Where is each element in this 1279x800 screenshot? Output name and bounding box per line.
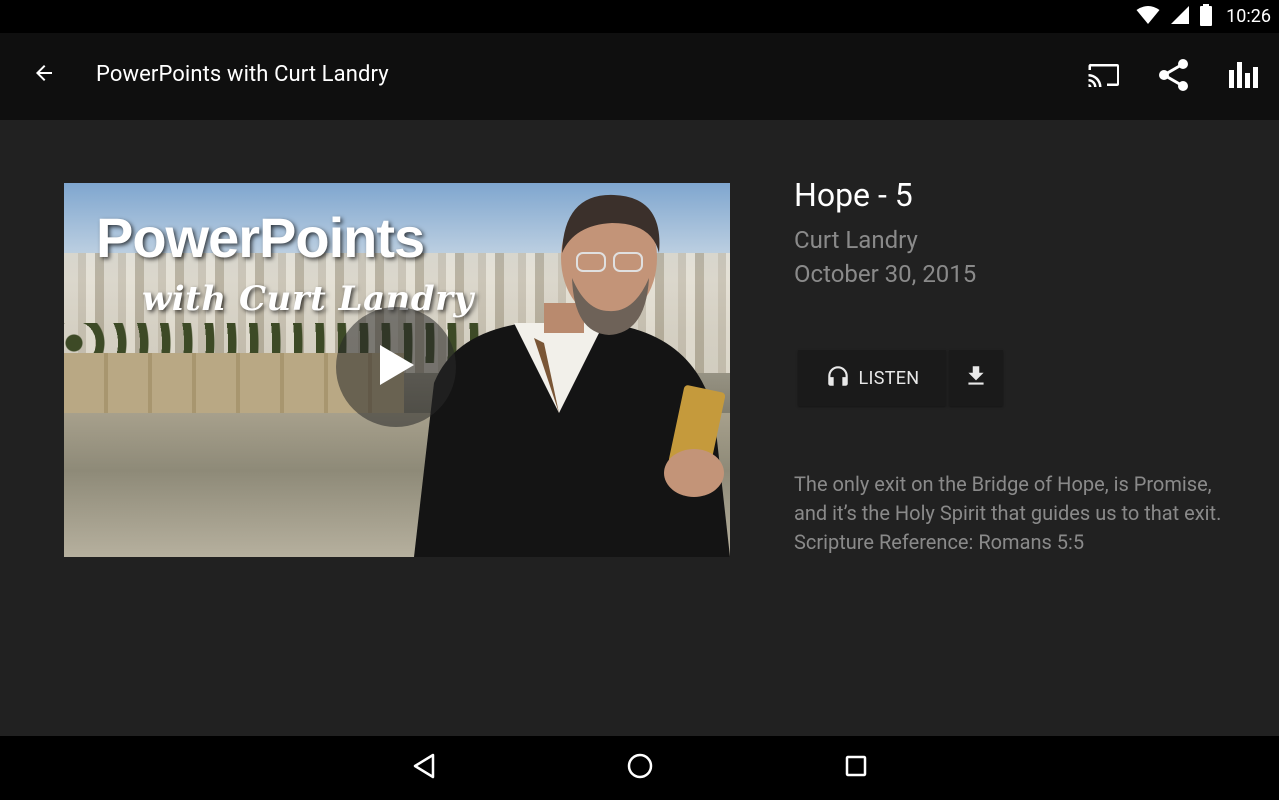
home-circle-icon <box>626 752 654 784</box>
episode-date: October 30, 2015 <box>794 260 977 288</box>
system-nav-bar <box>0 736 1279 800</box>
share-icon <box>1158 58 1190 96</box>
status-icons: 10:26 <box>1136 0 1271 33</box>
back-button[interactable] <box>24 55 64 95</box>
listen-actions: LISTEN <box>798 350 1003 406</box>
listen-label: LISTEN <box>858 367 920 389</box>
arrow-back-icon <box>32 61 56 89</box>
cell-signal-icon <box>1170 5 1190 29</box>
app-actions <box>1069 33 1279 120</box>
play-button[interactable] <box>336 307 456 427</box>
recents-square-icon <box>844 754 868 782</box>
cast-button[interactable] <box>1069 33 1139 120</box>
battery-icon <box>1200 3 1213 30</box>
download-icon <box>963 363 989 393</box>
episode-description: The only exit on the Bridge of Hope, is … <box>794 472 1222 554</box>
app-title: PowerPoints with Curt Landry <box>96 62 389 87</box>
nav-home-button[interactable] <box>620 748 660 788</box>
cast-icon <box>1088 62 1120 92</box>
episode-title: Hope - 5 <box>794 176 913 214</box>
back-triangle-icon <box>411 752 437 784</box>
nav-recents-button[interactable] <box>836 748 876 788</box>
status-bar: 10:26 <box>0 0 1279 33</box>
play-icon <box>374 341 418 393</box>
status-clock: 10:26 <box>1226 6 1271 27</box>
headphones-icon <box>825 363 851 394</box>
episode-detail: PowerPoints with Curt Landry Hope - 5 Cu… <box>0 120 1279 736</box>
thumbnail-logo-main: PowerPoints <box>96 206 425 269</box>
episode-author: Curt Landry <box>794 226 918 254</box>
stats-icon <box>1228 60 1260 94</box>
stats-button[interactable] <box>1209 33 1279 120</box>
share-button[interactable] <box>1139 33 1209 120</box>
app-bar: PowerPoints with Curt Landry <box>0 33 1279 120</box>
download-button[interactable] <box>949 350 1003 406</box>
episode-thumbnail[interactable]: PowerPoints with Curt Landry <box>64 183 730 557</box>
wifi-icon <box>1136 5 1160 29</box>
nav-back-button[interactable] <box>404 748 444 788</box>
listen-button[interactable]: LISTEN <box>798 350 946 406</box>
